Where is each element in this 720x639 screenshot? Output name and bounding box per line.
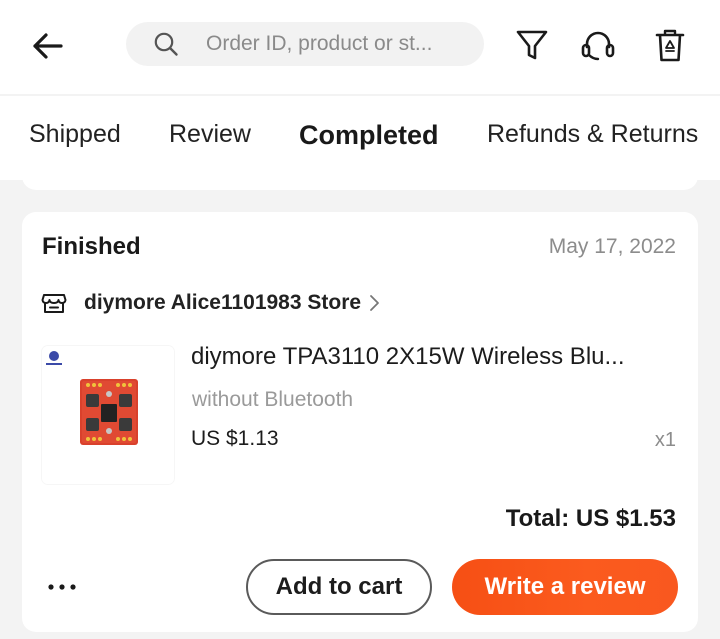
product-quantity: x1 [654,429,676,451]
product-title[interactable]: diymore TPA3110 2X15W Wireless Blu... [191,343,681,371]
search-bar[interactable] [126,22,484,66]
store-link[interactable]: diymore Alice1101983 Store [40,286,382,320]
product-price: US $1.13 [191,427,279,450]
store-icon [40,289,68,317]
amplifier-board-image [42,346,174,484]
order-date: May 17, 2022 [548,235,676,258]
headset-icon [581,31,615,61]
top-bar [0,0,720,94]
product-image[interactable] [42,346,174,484]
tab-refunds-returns[interactable]: Refunds & Returns [487,120,698,149]
chevron-right-icon [368,293,382,313]
search-icon [152,30,180,58]
order-tabs: Shipped Review Completed Refunds & Retur… [0,96,720,180]
add-to-cart-button[interactable]: Add to cart [246,559,432,615]
order-card: Finished May 17, 2022 diymore Alice11019… [22,212,698,632]
store-name: diymore Alice1101983 Store [84,291,362,314]
filter-icon [516,30,548,60]
tab-shipped[interactable]: Shipped [29,120,121,149]
order-status: Finished [42,233,141,260]
write-review-button[interactable]: Write a review [452,559,678,615]
customer-service-button[interactable] [578,24,618,66]
trash-icon [655,29,685,62]
more-dots-icon [48,584,76,590]
tab-review[interactable]: Review [169,120,251,149]
previous-card-bottom [22,170,698,190]
delete-button[interactable] [650,24,690,66]
filter-button[interactable] [512,24,552,66]
back-button[interactable] [26,26,70,66]
order-total: Total: US $1.53 [505,505,676,532]
tab-completed[interactable]: Completed [299,120,439,151]
more-options-button[interactable] [42,572,88,602]
product-variant: without Bluetooth [192,388,354,411]
search-input[interactable] [206,32,456,56]
arrow-left-icon [33,33,63,59]
